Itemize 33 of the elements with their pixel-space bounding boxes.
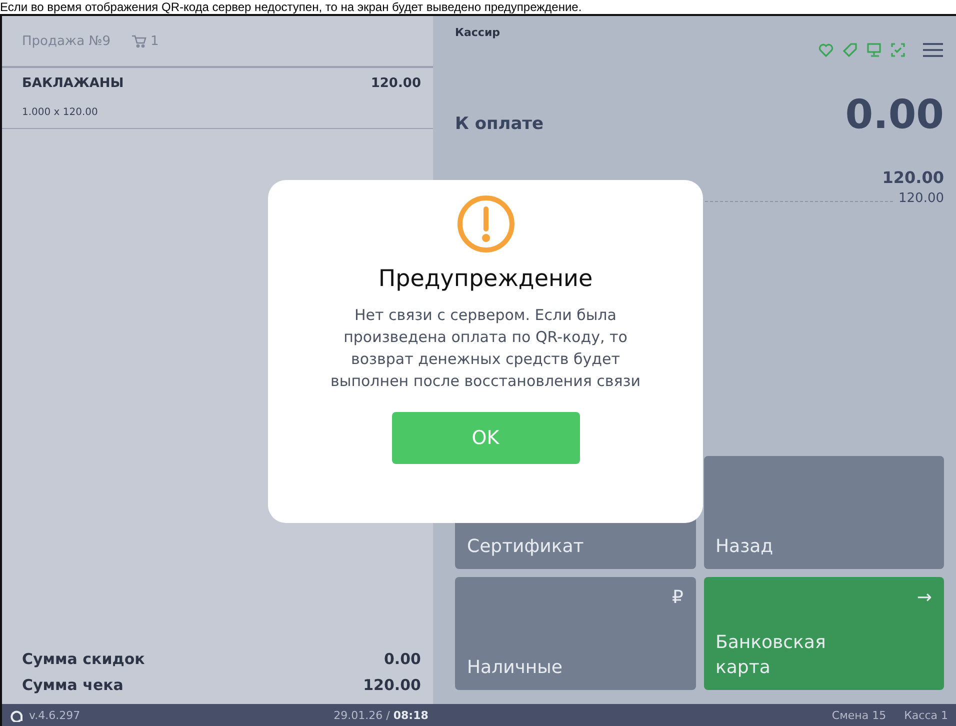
warning-icon bbox=[456, 194, 516, 254]
cart-count: 1 bbox=[150, 34, 159, 48]
item-name: БАКЛАЖАНЫ bbox=[22, 76, 124, 91]
payment-button[interactable]: → Банковская карта bbox=[704, 577, 944, 690]
date-time-text: 29.01.26 / 08:18 bbox=[334, 708, 430, 722]
sale-title: Продажа №9 bbox=[22, 34, 111, 48]
to-pay-label: К оплате bbox=[455, 114, 544, 134]
to-pay-amount: 0.00 bbox=[845, 92, 944, 138]
caption-text: Если во время отображения QR-кода сервер недоступен, то на экран будет выведено предупреждение. bbox=[0, 0, 583, 14]
menu-icon[interactable] bbox=[922, 42, 944, 58]
cart-icon bbox=[130, 34, 147, 48]
total-value: 120.00 bbox=[363, 676, 421, 694]
item-amount: 120.00 bbox=[370, 76, 421, 91]
scan-check-icon[interactable] bbox=[890, 42, 906, 58]
logo-icon bbox=[10, 708, 23, 722]
total-label: Сумма скидок bbox=[22, 650, 145, 668]
heart-icon[interactable] bbox=[818, 42, 834, 58]
version-text: v.4.6.297 bbox=[29, 708, 80, 722]
total-label: Сумма чека bbox=[22, 676, 124, 694]
register-text: Касса 1 bbox=[904, 708, 948, 722]
payment-button[interactable]: ₽ Наличные bbox=[455, 577, 696, 690]
cashier-label: Кассир bbox=[455, 26, 500, 41]
ok-button[interactable]: OK bbox=[392, 412, 580, 464]
payment-amount: 120.00 bbox=[898, 191, 944, 206]
dialog-title: Предупреждение bbox=[378, 266, 593, 292]
dialog-message: Нет связи с сервером. Если была произведена оплата по QR-коду, то возврат денежных средств будет выполнен после восстановления связи bbox=[330, 305, 642, 392]
payment-button[interactable]: Назад bbox=[704, 456, 944, 569]
item-detail: 1.000 x 120.00 bbox=[22, 107, 99, 118]
shift-text: Смена 15 bbox=[832, 708, 886, 722]
total-value: 0.00 bbox=[384, 650, 421, 668]
monitor-icon[interactable] bbox=[866, 42, 882, 58]
paid-total: 120.00 bbox=[882, 168, 944, 187]
tag-icon[interactable] bbox=[842, 42, 858, 58]
